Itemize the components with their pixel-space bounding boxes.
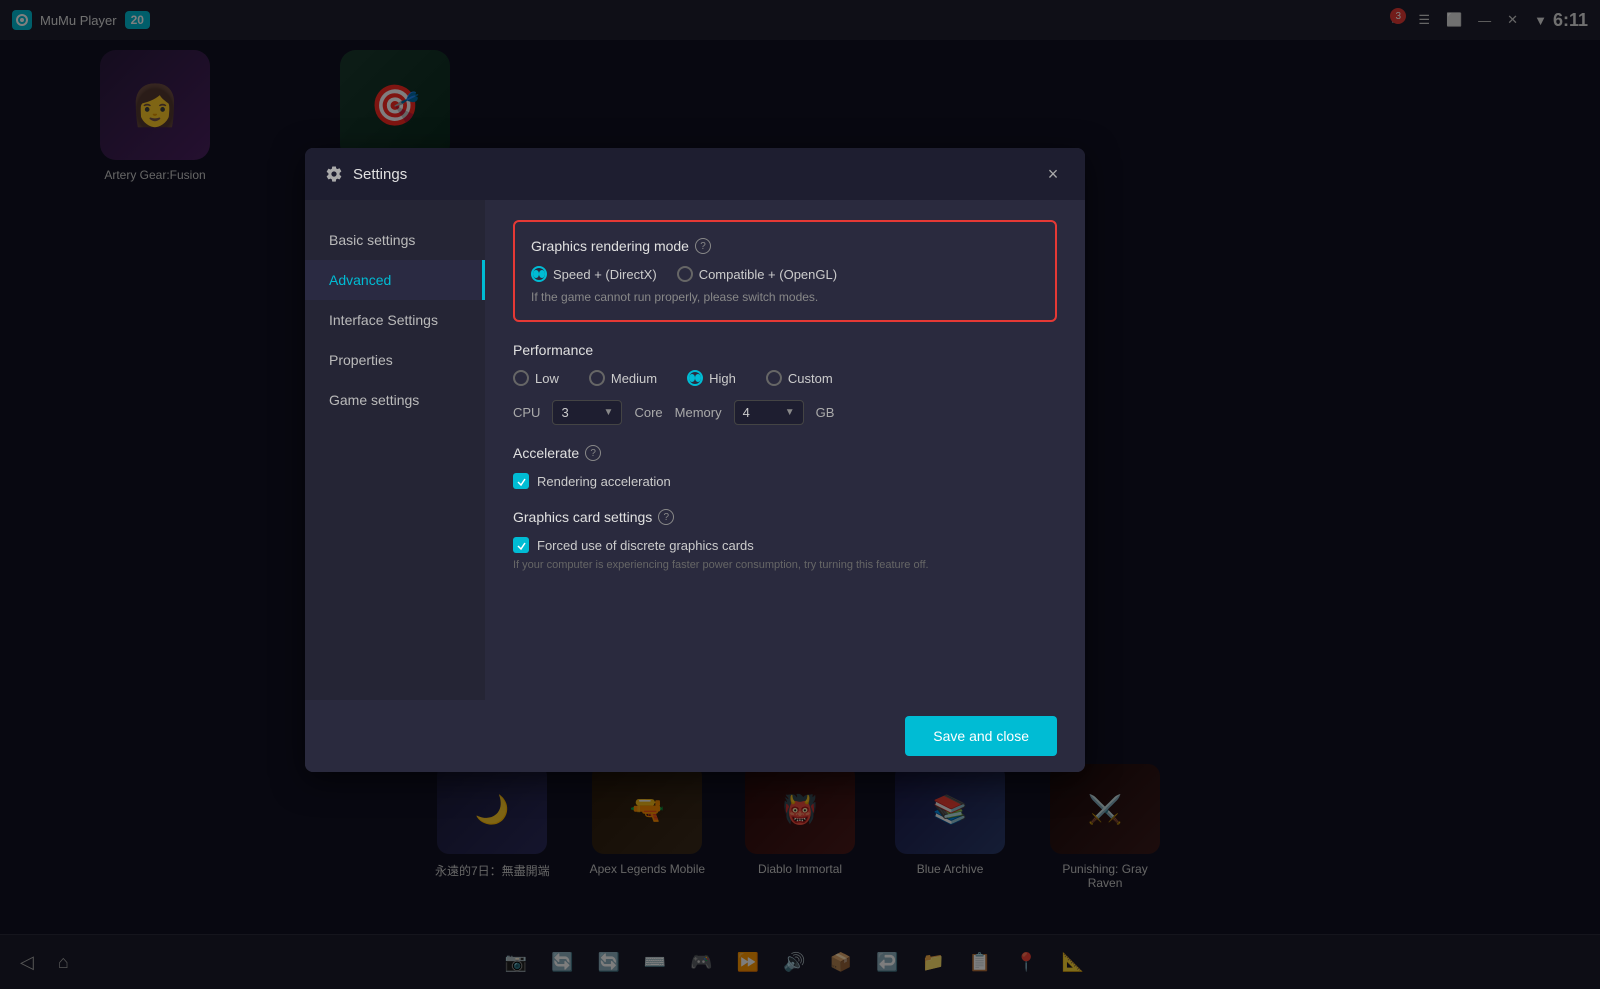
- radio-directx-label: Speed + (DirectX): [553, 267, 657, 282]
- memory-dropdown-arrow: ▼: [785, 407, 795, 418]
- performance-title: Performance: [513, 342, 1057, 358]
- dialog-body: Basic settings Advanced Interface Settin…: [305, 200, 1085, 700]
- graphics-rendering-title: Graphics rendering mode ?: [531, 238, 1039, 254]
- settings-nav: Basic settings Advanced Interface Settin…: [305, 200, 485, 700]
- dialog-title: Settings: [353, 166, 407, 183]
- radio-custom[interactable]: Custom: [766, 370, 833, 386]
- radio-high-label: High: [709, 371, 736, 386]
- graphics-mode-hint: If the game cannot run properly, please …: [531, 290, 1039, 304]
- radio-low-circle: [513, 370, 529, 386]
- radio-low-label: Low: [535, 371, 559, 386]
- dialog-header: Settings ×: [305, 148, 1085, 200]
- cpu-label: CPU: [513, 405, 540, 420]
- rendering-acceleration-checkbox[interactable]: [513, 473, 529, 489]
- accelerate-title: Accelerate ?: [513, 445, 1057, 461]
- rendering-acceleration-row: Rendering acceleration: [513, 473, 1057, 489]
- gb-label: GB: [816, 405, 835, 420]
- dialog-close-button[interactable]: ×: [1041, 162, 1065, 186]
- nav-item-advanced[interactable]: Advanced: [305, 260, 485, 300]
- memory-label: Memory: [675, 405, 722, 420]
- radio-opengl-circle: [677, 266, 693, 282]
- cpu-memory-row: CPU 3 ▼ Core Memory 4 ▼ GB: [513, 400, 1057, 425]
- nav-item-properties[interactable]: Properties: [305, 340, 485, 380]
- graphics-mode-help-icon[interactable]: ?: [695, 238, 711, 254]
- radio-medium[interactable]: Medium: [589, 370, 657, 386]
- radio-opengl[interactable]: Compatible + (OpenGL): [677, 266, 837, 282]
- modal-overlay: Settings × Basic settings Advanced Inter…: [0, 0, 1600, 989]
- settings-dialog: Settings × Basic settings Advanced Inter…: [305, 148, 1085, 772]
- graphics-card-title: Graphics card settings ?: [513, 509, 1057, 525]
- dialog-footer: Save and close: [305, 700, 1085, 772]
- radio-high-circle: [687, 370, 703, 386]
- performance-section: Performance Low Medium: [513, 342, 1057, 425]
- radio-custom-circle: [766, 370, 782, 386]
- discrete-graphics-checkbox[interactable]: [513, 537, 529, 553]
- graphics-card-hint: If your computer is experiencing faster …: [513, 559, 1057, 571]
- rendering-acceleration-label: Rendering acceleration: [537, 474, 671, 489]
- radio-medium-label: Medium: [611, 371, 657, 386]
- core-label: Core: [634, 405, 662, 420]
- nav-item-interface[interactable]: Interface Settings: [305, 300, 485, 340]
- graphics-rendering-section: Graphics rendering mode ? Speed + (Direc…: [513, 220, 1057, 322]
- nav-item-game[interactable]: Game settings: [305, 380, 485, 420]
- cpu-select[interactable]: 3 ▼: [552, 400, 622, 425]
- radio-custom-label: Custom: [788, 371, 833, 386]
- settings-content: Graphics rendering mode ? Speed + (Direc…: [485, 200, 1085, 700]
- performance-radio-group: Low Medium High: [513, 370, 1057, 386]
- radio-medium-circle: [589, 370, 605, 386]
- radio-opengl-label: Compatible + (OpenGL): [699, 267, 837, 282]
- graphics-card-section: Graphics card settings ? Forced use of d…: [513, 509, 1057, 571]
- radio-directx[interactable]: Speed + (DirectX): [531, 266, 657, 282]
- nav-item-basic[interactable]: Basic settings: [305, 220, 485, 260]
- discrete-graphics-label: Forced use of discrete graphics cards: [537, 538, 754, 553]
- save-close-button[interactable]: Save and close: [905, 716, 1057, 756]
- discrete-graphics-row: Forced use of discrete graphics cards: [513, 537, 1057, 553]
- cpu-dropdown-arrow: ▼: [604, 407, 614, 418]
- radio-high[interactable]: High: [687, 370, 736, 386]
- gear-icon: [325, 165, 343, 183]
- cpu-value: 3: [561, 405, 568, 420]
- memory-select[interactable]: 4 ▼: [734, 400, 804, 425]
- accelerate-help-icon[interactable]: ?: [585, 445, 601, 461]
- graphics-mode-radio-group: Speed + (DirectX) Compatible + (OpenGL): [531, 266, 1039, 282]
- radio-low[interactable]: Low: [513, 370, 559, 386]
- memory-value: 4: [743, 405, 750, 420]
- dialog-header-left: Settings: [325, 165, 407, 183]
- accelerate-section: Accelerate ? Rendering acceleration: [513, 445, 1057, 489]
- graphics-card-help-icon[interactable]: ?: [658, 509, 674, 525]
- radio-directx-circle: [531, 266, 547, 282]
